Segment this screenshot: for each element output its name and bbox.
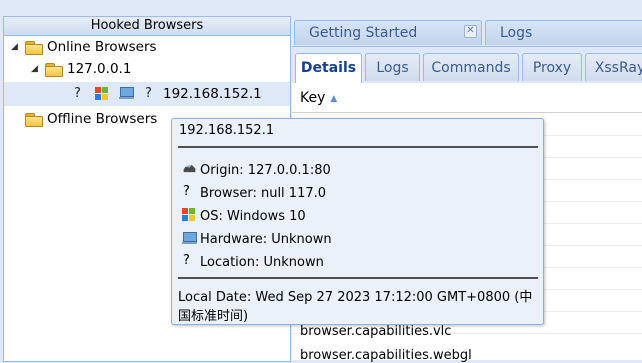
tab-details[interactable]: Details — [295, 53, 362, 83]
grid-row-key[interactable]: browser.capabilities.vlc — [300, 324, 451, 339]
tooltip-hardware-row: Hardware: Unknown — [181, 230, 332, 250]
tab-proxy[interactable]: Proxy — [522, 53, 582, 81]
tab-xssray[interactable]: XssRay — [585, 53, 642, 81]
folder-icon — [25, 113, 43, 127]
unknown-icon: ? — [181, 253, 200, 269]
key-column-header[interactable]: Key ▲ — [292, 83, 642, 113]
tab-getting-started[interactable]: Getting Started ✕ — [294, 20, 482, 45]
cloud-icon — [181, 161, 200, 177]
divider — [178, 146, 538, 148]
tooltip-title: 192.168.152.1 — [179, 123, 275, 138]
tab-label: Logs — [500, 25, 533, 41]
hardware-icon — [181, 230, 200, 246]
tooltip-browser-row: ? Browser: null 117.0 — [181, 184, 326, 204]
tab-browser-logs[interactable]: Logs — [365, 53, 420, 81]
unknown-icon: ? — [145, 86, 152, 101]
sort-asc-icon: ▲ — [330, 94, 338, 104]
expand-triangle-icon[interactable]: ◢ — [11, 36, 18, 58]
tree-node-browser[interactable]: ? ? 192.168.152.1 — [4, 82, 290, 106]
windows-icon — [181, 207, 200, 223]
tree-label-offline: Offline Browsers — [47, 111, 158, 127]
hardware-text: Hardware: Unknown — [200, 232, 332, 247]
tree-label-host: 127.0.0.1 — [67, 61, 132, 77]
close-icon[interactable]: ✕ — [464, 25, 477, 38]
panel-title: Hooked Browsers — [4, 17, 290, 36]
tree-label-online: Online Browsers — [47, 39, 157, 55]
unknown-icon: ? — [74, 86, 81, 101]
tooltip-location-row: ? Location: Unknown — [181, 253, 324, 273]
tooltip-origin-row: Origin: 127.0.0.1:80 — [181, 161, 331, 181]
location-text: Location: Unknown — [200, 255, 324, 270]
unknown-glyph: ? — [183, 184, 190, 199]
windows-icon — [95, 87, 109, 101]
tree-node-host[interactable]: ◢ 127.0.0.1 — [4, 58, 290, 80]
folder-icon — [25, 41, 43, 55]
browser-sub-tab-bar: Details Logs Commands Proxy XssRay — [292, 46, 642, 84]
browser-ip-label: 192.168.152.1 — [163, 86, 262, 102]
unknown-icon: ? — [181, 184, 200, 200]
browser-text: Browser: null 117.0 — [200, 186, 327, 201]
os-text: OS: Windows 10 — [200, 209, 306, 224]
tooltip-os-row: OS: Windows 10 — [181, 207, 306, 227]
tab-logs[interactable]: Logs — [485, 20, 642, 45]
local-date-text: Local Date: Wed Sep 27 2023 17:12:00 GMT… — [178, 290, 533, 324]
expand-triangle-icon[interactable]: ◢ — [31, 58, 38, 80]
main-tab-bar: Getting Started ✕ Logs — [292, 16, 642, 46]
tab-commands[interactable]: Commands — [423, 53, 519, 81]
origin-text: Origin: 127.0.0.1:80 — [200, 163, 331, 178]
hardware-icon — [119, 87, 134, 100]
browser-info-tooltip: 192.168.152.1 Origin: 127.0.0.1:80 ? Brow… — [171, 118, 544, 325]
key-header-label: Key — [300, 90, 326, 106]
tree-node-online-browsers[interactable]: ◢ Online Browsers — [4, 36, 290, 58]
tab-label: Getting Started — [309, 25, 418, 41]
divider — [178, 277, 538, 279]
folder-icon — [45, 63, 63, 77]
unknown-glyph: ? — [183, 253, 190, 268]
grid-row-key[interactable]: browser.capabilities.webgl — [300, 348, 472, 363]
